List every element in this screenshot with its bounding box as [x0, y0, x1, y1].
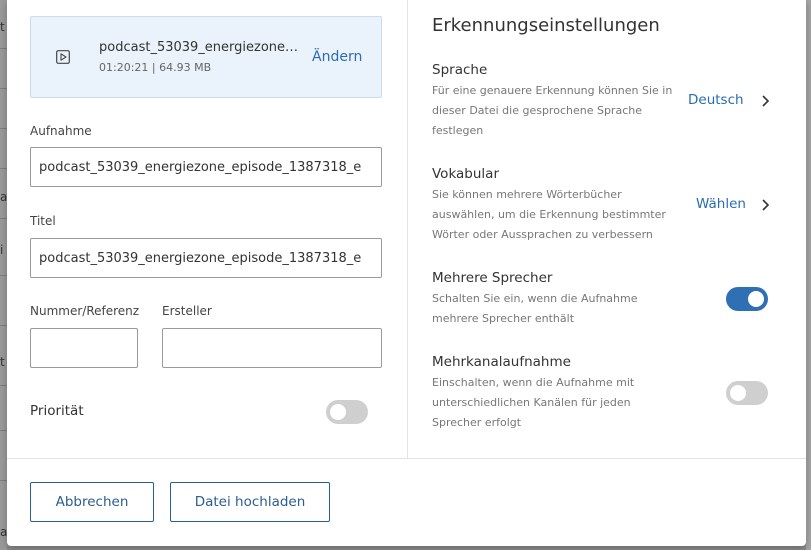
- background-page-strip: t a i t a: [0, 0, 7, 550]
- background-divider: [0, 88, 7, 89]
- multi-speaker-toggle[interactable]: [726, 287, 768, 311]
- recording-label: Aufnahme: [30, 124, 92, 138]
- multichannel-toggle[interactable]: [726, 381, 768, 405]
- upload-dialog: podcast_53039_energiezone_episode_138731…: [7, 0, 806, 546]
- recognition-settings-panel: Erkennungseinstellungen Sprache Für eine…: [407, 0, 806, 458]
- background-row-text: t: [0, 20, 5, 34]
- title-label: Titel: [30, 214, 56, 228]
- priority-toggle[interactable]: [326, 400, 368, 424]
- chevron-right-icon[interactable]: [760, 198, 770, 212]
- multi-speaker-title: Mehrere Sprecher: [432, 270, 553, 286]
- vocabulary-select-button[interactable]: Wählen: [696, 196, 746, 212]
- recognition-settings-heading: Erkennungseinstellungen: [432, 15, 660, 36]
- background-divider: [0, 480, 7, 481]
- play-file-icon: [56, 50, 70, 64]
- background-divider: [0, 128, 7, 129]
- chevron-right-icon[interactable]: [760, 94, 770, 108]
- background-divider: [0, 385, 7, 386]
- toggle-knob: [748, 291, 764, 307]
- background-divider: [0, 218, 7, 219]
- selected-file-card: podcast_53039_energiezone_episode_138731…: [30, 16, 382, 98]
- multichannel-description: Einschalten, wenn die Aufnahme mit unter…: [432, 376, 635, 429]
- file-name: podcast_53039_energiezone_episode_138731…: [99, 40, 299, 55]
- title-field[interactable]: [30, 238, 382, 278]
- vocabulary-description: Sie können mehrere Wörterbücher auswähle…: [432, 188, 666, 241]
- upload-file-button[interactable]: Datei hochladen: [170, 482, 330, 522]
- background-row-text: a: [0, 525, 7, 539]
- file-details-panel: podcast_53039_energiezone_episode_138731…: [7, 0, 407, 458]
- background-row-text: t: [0, 355, 5, 369]
- vocabulary-title: Vokabular: [432, 166, 499, 182]
- background-divider: [0, 168, 7, 169]
- priority-label: Priorität: [30, 403, 84, 419]
- multi-speaker-description: Schalten Sie ein, wenn die Aufnahme mehr…: [432, 292, 638, 325]
- creator-field[interactable]: [162, 328, 382, 368]
- change-file-link[interactable]: Ändern: [312, 49, 362, 65]
- background-divider: [0, 48, 7, 49]
- file-duration-size: 01:20:21 | 64.93 MB: [99, 61, 212, 74]
- creator-label: Ersteller: [162, 304, 212, 318]
- reference-label: Nummer/Referenz: [30, 304, 140, 318]
- background-divider: [0, 325, 7, 326]
- toggle-knob: [330, 404, 346, 420]
- cancel-button[interactable]: Abbrechen: [30, 482, 154, 522]
- reference-field[interactable]: [30, 328, 138, 368]
- language-description: Für eine genauere Erkennung können Sie i…: [432, 84, 673, 137]
- language-title: Sprache: [432, 62, 488, 78]
- background-row-text: a: [0, 190, 7, 204]
- multichannel-title: Mehrkanalaufnahme: [432, 354, 571, 370]
- toggle-knob: [730, 385, 746, 401]
- background-page-strip-right: [806, 0, 811, 550]
- recording-field[interactable]: [30, 147, 382, 187]
- dialog-footer: Abbrechen Datei hochladen: [7, 458, 806, 546]
- background-divider: [0, 430, 7, 431]
- language-selector[interactable]: Deutsch: [688, 92, 744, 108]
- background-divider: [0, 275, 7, 276]
- background-row-text: i: [0, 243, 4, 257]
